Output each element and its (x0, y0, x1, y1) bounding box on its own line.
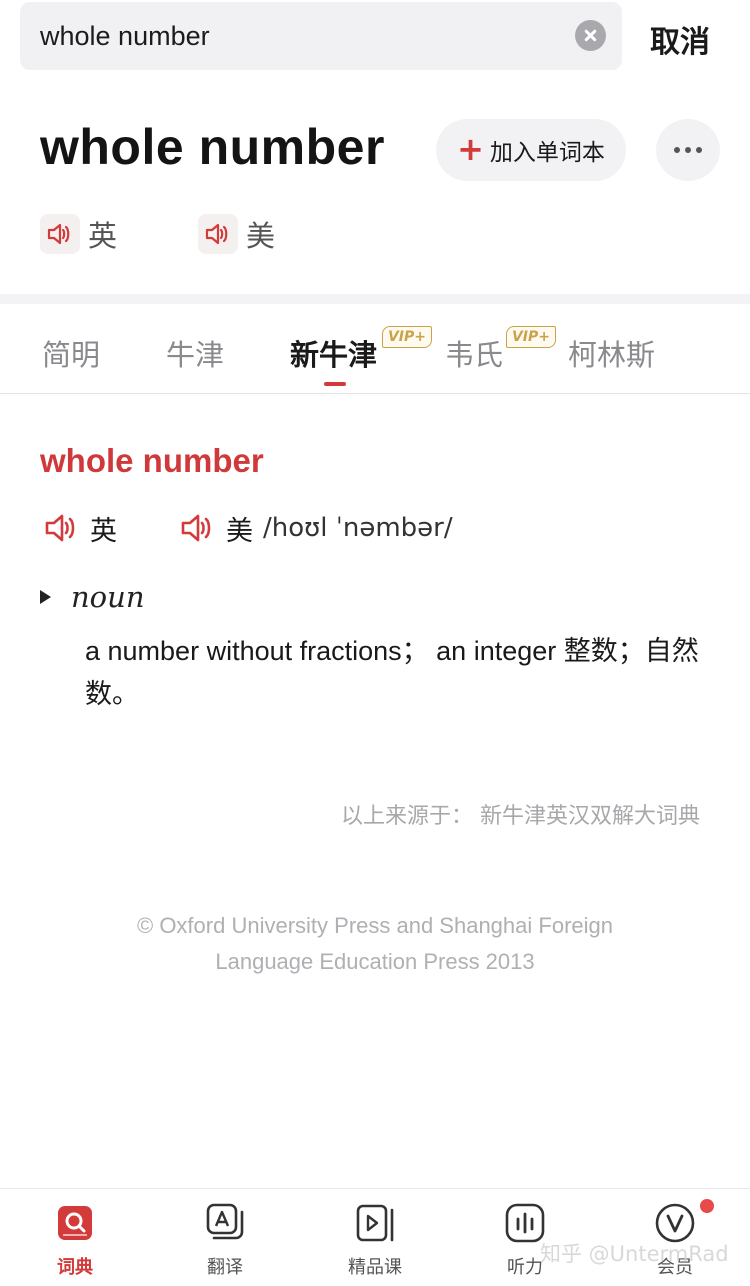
watermark: 知乎 @UntermRad (540, 1242, 729, 1266)
more-options-button[interactable] (656, 119, 720, 181)
nav-label: 词典 (57, 1257, 93, 1278)
entry-headword: whole number (40, 442, 264, 479)
speaker-icon (180, 512, 216, 544)
us-phonetic: /hoʊl ˈnəmbər/ (263, 513, 453, 543)
nav-label: 精品课 (348, 1257, 402, 1278)
speaker-icon (44, 512, 80, 544)
tab-niujin[interactable]: 牛津 (166, 332, 224, 374)
search-input-value[interactable]: whole number (40, 21, 210, 52)
more-dots-icon (674, 147, 702, 153)
search-bar: whole number 取消 (0, 0, 750, 90)
cancel-button[interactable]: 取消 (650, 17, 710, 61)
search-input[interactable]: whole number (20, 2, 622, 70)
tab-jianming[interactable]: 简明 (42, 332, 100, 374)
bottom-navigation: 词典 翻译 精品课 听力 会员 (0, 1188, 750, 1286)
speaker-icon (198, 214, 238, 254)
course-icon (353, 1201, 397, 1245)
section-divider (0, 294, 750, 304)
pronounce-us-button[interactable]: 美 (198, 214, 275, 254)
entry-uk-label: 英 (90, 515, 117, 547)
copyright-line: Language Education Press 2013 (215, 949, 535, 974)
part-of-speech: noun (71, 580, 145, 614)
translate-icon (203, 1201, 247, 1245)
copyright-notice: © Oxford University Press and Shanghai F… (0, 908, 750, 980)
nav-label: 听力 (507, 1257, 543, 1278)
nav-dictionary[interactable]: 词典 (0, 1189, 150, 1286)
dictionary-icon (53, 1201, 97, 1245)
tab-weishi[interactable]: 韦氏 (445, 332, 503, 374)
add-to-wordbook-button[interactable]: + 加入单词本 (436, 119, 626, 181)
vip-badge: VIP+ (506, 326, 556, 348)
part-of-speech-toggle[interactable]: noun (40, 580, 145, 614)
notification-dot (700, 1199, 714, 1213)
active-tab-indicator (324, 382, 346, 386)
definition-text: a number without fractions； an integer 整… (85, 636, 699, 709)
dictionary-tabs: 简明 牛津 新牛津 VIP+ 韦氏 VIP+ 柯林斯 (0, 304, 750, 394)
copyright-line: © Oxford University Press and Shanghai F… (137, 913, 613, 938)
source-attribution: 以上来源于： 新牛津英汉双解大词典 (341, 804, 700, 829)
tab-xin-niujin[interactable]: 新牛津 (290, 332, 377, 374)
add-to-wordbook-label: 加入单词本 (489, 140, 605, 166)
pronounce-uk-label: 英 (88, 219, 118, 253)
plus-icon: + (457, 130, 484, 168)
vip-badge: VIP+ (382, 326, 432, 348)
entry-pronounce-us[interactable]: 美 /hoʊl ˈnəmbər/ (180, 508, 453, 548)
clear-search-icon[interactable] (575, 20, 606, 51)
entry-us-label: 美 (226, 515, 253, 547)
tab-kelinsi[interactable]: 柯林斯 (568, 332, 655, 374)
pronounce-us-label: 美 (246, 219, 276, 253)
headword-title: whole number (40, 119, 385, 175)
nav-course[interactable]: 精品课 (300, 1189, 450, 1286)
entry-pronounce-uk[interactable]: 英 (44, 508, 117, 548)
pronounce-uk-button[interactable]: 英 (40, 214, 117, 254)
nav-translate[interactable]: 翻译 (150, 1189, 300, 1286)
expand-triangle-icon (40, 590, 51, 604)
nav-label: 翻译 (207, 1257, 243, 1278)
speaker-icon (40, 214, 80, 254)
